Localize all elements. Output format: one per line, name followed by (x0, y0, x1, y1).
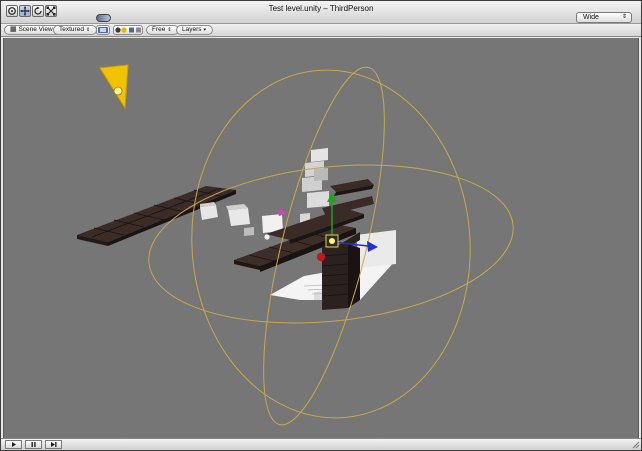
game-view-toggle[interactable] (96, 14, 111, 22)
dropdown-arrows-icon: ⇕ (167, 27, 172, 33)
camera-mode-dropdown[interactable]: Free ⇕ (146, 25, 179, 35)
scene-canvas[interactable] (4, 38, 639, 438)
window-title: Test level.unity – ThirdPerson (268, 4, 374, 13)
layout-dropdown[interactable]: Wide ⇕ (576, 12, 632, 23)
lighting-icon (98, 27, 108, 33)
layers-dropdown[interactable]: Layers ▾ (176, 25, 214, 35)
scene-overlay-toggle[interactable] (113, 25, 143, 35)
step-button[interactable] (45, 440, 62, 449)
dropdown-arrows-icon: ⇕ (621, 14, 627, 20)
step-icon (51, 442, 57, 447)
dropdown-arrow-icon: ▾ (203, 27, 207, 33)
x-axis-handle-icon[interactable] (316, 252, 326, 262)
pickup-sphere[interactable] (264, 234, 270, 240)
scene-lighting-toggle[interactable] (96, 25, 110, 35)
pause-button[interactable] (25, 440, 42, 449)
spot-light-gizmo[interactable] (99, 64, 129, 110)
scene-view-label: Scene View (18, 26, 53, 33)
render-mode-dropdown[interactable]: Textured ⇕ (53, 25, 98, 35)
grid-icon: ▦ (10, 26, 17, 33)
camera-mode-label: Free (152, 26, 166, 33)
point-light-icon (329, 238, 335, 244)
pause-icon (31, 442, 36, 447)
render-mode-label: Textured (59, 26, 84, 33)
layout-dropdown-value: Wide (583, 14, 599, 21)
layers-label: Layers (182, 26, 202, 33)
light-bulb-icon (113, 86, 123, 96)
block-tower[interactable] (302, 148, 329, 208)
selected-pillar[interactable] (321, 244, 360, 310)
play-icon (12, 442, 16, 447)
gizmo-icons-icon (115, 27, 141, 33)
playback-toolbar (1, 438, 641, 450)
play-button[interactable] (5, 440, 22, 449)
title-bar: Test level.unity – ThirdPerson Wide ⇕ (1, 1, 641, 24)
resize-grip-icon[interactable] (631, 440, 640, 449)
scene-viewport[interactable] (3, 38, 639, 438)
dropdown-arrows-icon: ⇕ (85, 27, 91, 33)
unity-editor-window: Test level.unity – ThirdPerson Wide ⇕ ▦ … (0, 0, 642, 451)
scene-toolbar: ▦ Scene View⇕ Textured⇕ Free⇕ Layers▾ (1, 24, 641, 37)
